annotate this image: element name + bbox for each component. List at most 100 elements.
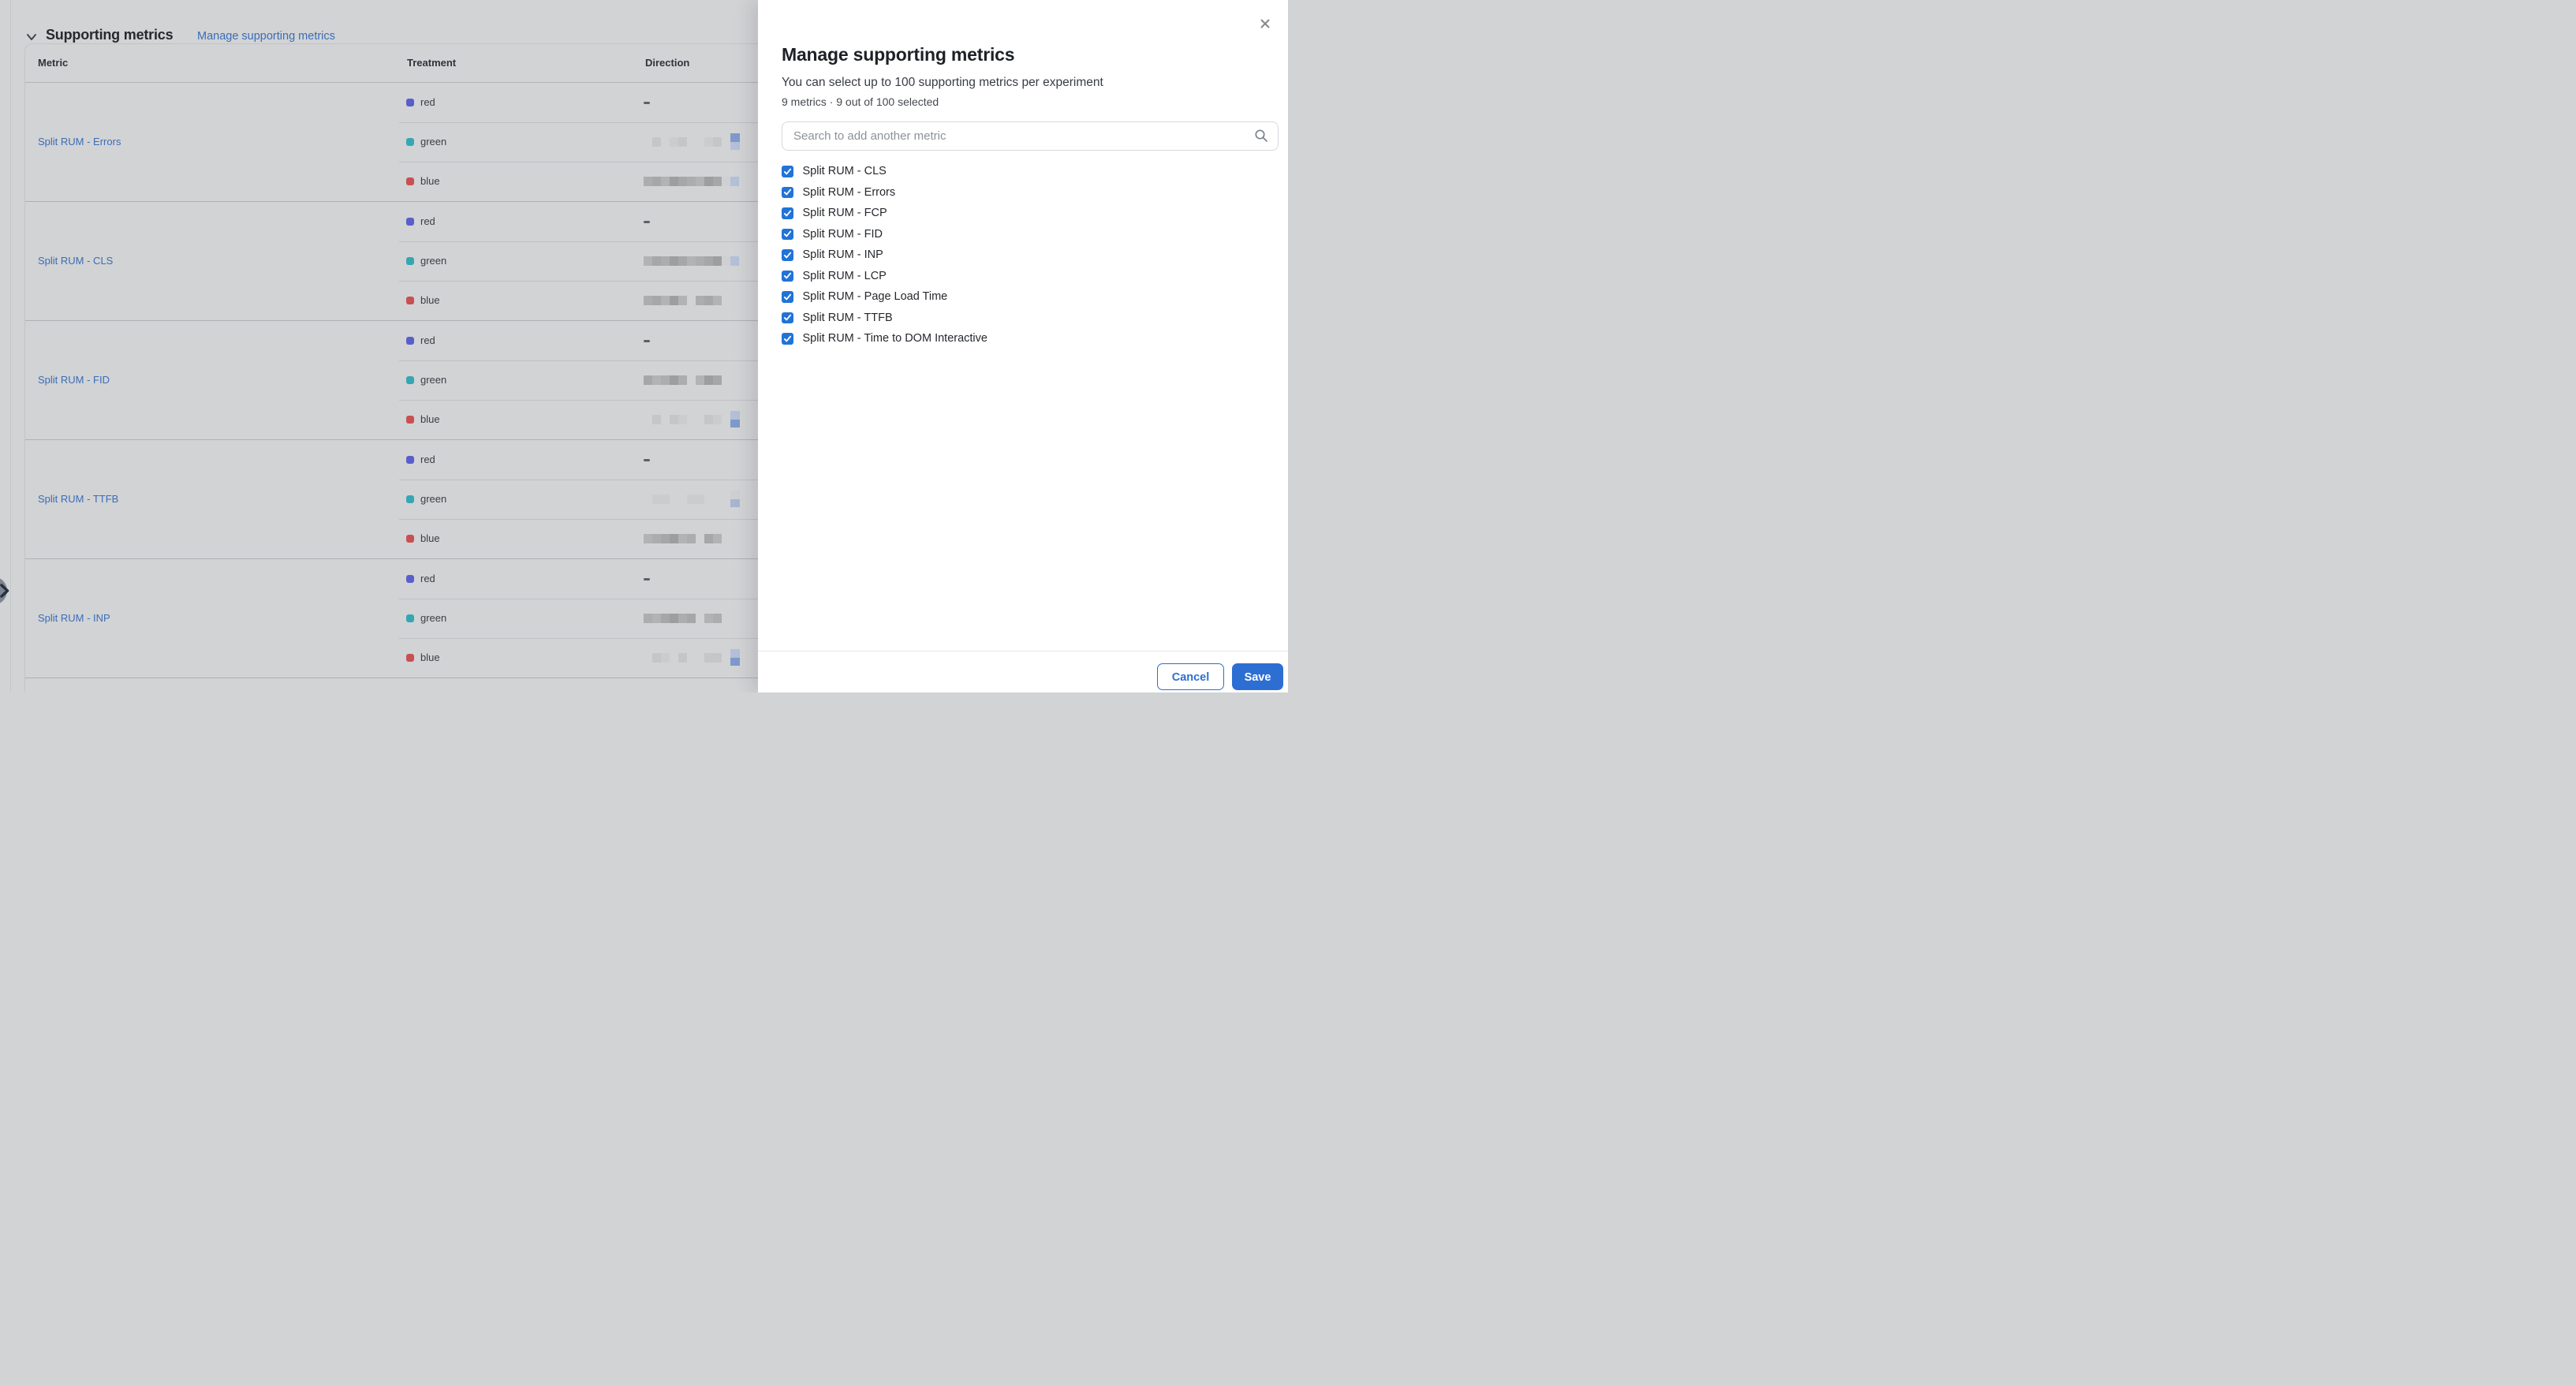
manage-supporting-metrics-drawer: Manage supporting metrics You can select… <box>758 0 1288 692</box>
check-icon <box>783 188 792 196</box>
treatment-color-dot-icon <box>406 297 414 304</box>
direction-empty-dash <box>644 340 650 342</box>
close-button[interactable] <box>1256 14 1275 33</box>
direction-empty-dash <box>644 102 650 104</box>
check-icon <box>783 334 792 343</box>
column-header-treatment: Treatment <box>407 44 456 82</box>
metric-list-item: Split RUM - LCP <box>782 266 1272 287</box>
expand-sidebar-button[interactable] <box>0 577 7 605</box>
metric-list-item: Split RUM - TTFB <box>782 308 1272 329</box>
page-title: Supporting metrics <box>46 27 173 43</box>
metric-item-label: Split RUM - Errors <box>803 186 896 199</box>
redacted-direction-value <box>644 534 722 543</box>
drawer-subtitle: You can select up to 100 supporting metr… <box>782 76 1103 90</box>
metric-checkbox[interactable] <box>782 207 793 219</box>
redacted-direction-value <box>644 375 722 385</box>
metric-checkbox[interactable] <box>782 249 793 261</box>
check-icon <box>783 313 792 322</box>
treatment-label: blue <box>420 162 440 201</box>
treatment-color-dot-icon <box>406 495 414 503</box>
metric-item-label: Split RUM - FCP <box>803 207 887 219</box>
save-button[interactable]: Save <box>1232 663 1283 690</box>
search-field-wrap <box>782 121 1279 151</box>
treatment-label: green <box>420 122 446 162</box>
metric-list-item: Split RUM - FID <box>782 224 1272 245</box>
close-icon <box>1260 19 1270 28</box>
column-header-metric: Metric <box>38 44 68 82</box>
search-input[interactable] <box>782 121 1279 151</box>
metric-item-label: Split RUM - Time to DOM Interactive <box>803 332 987 345</box>
treatment-label: green <box>420 599 446 638</box>
redacted-direction-value <box>644 296 722 305</box>
supporting-metrics-header: Supporting metrics Manage supporting met… <box>0 13 757 36</box>
app-window: Supporting metrics Manage supporting met… <box>0 0 1288 692</box>
metric-checkbox[interactable] <box>782 229 793 241</box>
treatment-color-dot-icon <box>406 416 414 424</box>
redacted-direction-value <box>644 495 713 504</box>
metric-list-item: Split RUM - Errors <box>782 182 1272 203</box>
redacted-direction-value <box>644 137 722 147</box>
treatment-color-dot-icon <box>406 257 414 265</box>
metric-checkbox[interactable] <box>782 187 793 199</box>
metric-checkbox[interactable] <box>782 166 793 177</box>
treatment-color-dot-icon <box>406 575 414 583</box>
check-icon <box>783 271 792 280</box>
panel-divider <box>10 0 11 692</box>
treatment-label: red <box>420 678 435 692</box>
cancel-button[interactable]: Cancel <box>1157 663 1224 690</box>
direction-empty-dash <box>644 459 650 461</box>
treatment-label: blue <box>420 281 440 320</box>
treatment-color-dot-icon <box>406 138 414 146</box>
treatment-label: red <box>420 83 435 122</box>
mini-bar-icon <box>730 411 740 427</box>
metric-list-item: Split RUM - INP <box>782 245 1272 266</box>
mini-bar-icon <box>730 133 740 150</box>
check-icon <box>783 251 792 259</box>
treatment-label: red <box>420 440 435 480</box>
metric-item-label: Split RUM - CLS <box>803 165 887 177</box>
metric-item-label: Split RUM - INP <box>803 248 883 261</box>
metric-list-item: Split RUM - FCP <box>782 203 1272 224</box>
treatment-label: red <box>420 321 435 360</box>
metric-list-item: Split RUM - Time to DOM Interactive <box>782 328 1272 349</box>
redacted-direction-value <box>644 256 739 266</box>
metric-list-item: Split RUM - CLS <box>782 161 1272 182</box>
check-icon <box>783 167 792 176</box>
treatment-color-dot-icon <box>406 218 414 226</box>
direction-empty-dash <box>644 578 650 581</box>
metric-item-label: Split RUM - Page Load Time <box>803 290 948 303</box>
metric-list-item: Split RUM - Page Load Time <box>782 286 1272 308</box>
treatment-label: green <box>420 480 446 519</box>
treatment-label: red <box>420 202 435 241</box>
redacted-direction-value <box>644 653 722 663</box>
metric-item-label: Split RUM - TTFB <box>803 312 893 324</box>
metric-checkbox[interactable] <box>782 333 793 345</box>
metric-checkbox[interactable] <box>782 271 793 282</box>
redacted-direction-value <box>644 614 722 623</box>
mini-bar-icon <box>730 491 740 507</box>
redacted-direction-value <box>644 177 739 186</box>
manage-supporting-metrics-link[interactable]: Manage supporting metrics <box>197 30 335 43</box>
treatment-color-dot-icon <box>406 337 414 345</box>
check-icon <box>783 230 792 238</box>
metric-item-label: Split RUM - LCP <box>803 270 887 282</box>
treatment-color-dot-icon <box>406 99 414 106</box>
chevron-down-icon[interactable] <box>26 32 37 42</box>
check-icon <box>783 209 792 218</box>
metric-item-label: Split RUM - FID <box>803 228 883 241</box>
redacted-direction-value <box>644 415 722 424</box>
treatment-color-dot-icon <box>406 614 414 622</box>
treatment-label: blue <box>420 638 440 678</box>
chevron-right-icon <box>0 584 9 598</box>
metric-checkbox-list: Split RUM - CLS Split RUM - Errors Split R… <box>782 161 1272 349</box>
treatment-color-dot-icon <box>406 177 414 185</box>
drawer-title: Manage supporting metrics <box>782 44 1014 65</box>
treatment-color-dot-icon <box>406 456 414 464</box>
metric-checkbox[interactable] <box>782 312 793 324</box>
drawer-footer: Cancel Save <box>758 651 1288 692</box>
treatment-label: green <box>420 241 446 281</box>
metric-checkbox[interactable] <box>782 291 793 303</box>
treatment-color-dot-icon <box>406 535 414 543</box>
treatment-label: red <box>420 559 435 599</box>
column-header-direction: Direction <box>645 44 689 82</box>
